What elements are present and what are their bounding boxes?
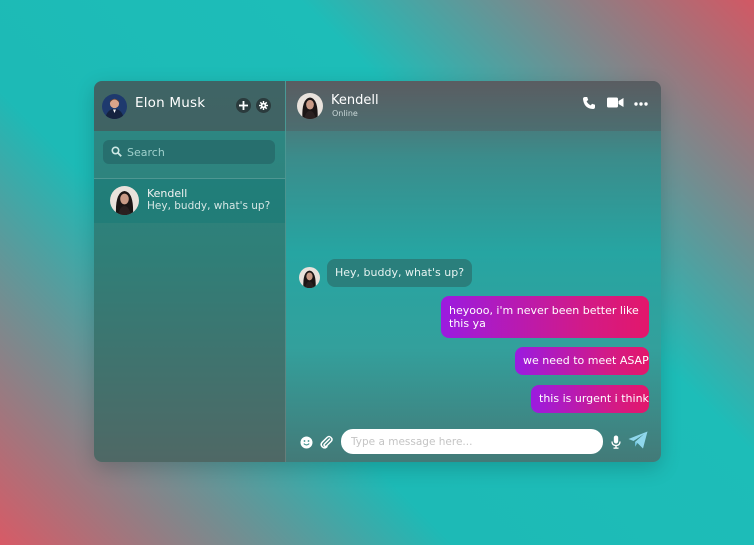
incoming-message: Hey, buddy, what's up? [327, 259, 473, 287]
outgoing-message: we need to meet ASAP [515, 347, 649, 375]
peer-name: Kendell [331, 93, 379, 108]
message-input[interactable] [341, 429, 603, 454]
more-icon [634, 102, 648, 106]
contact-avatar [110, 186, 139, 215]
contact-name: Kendell [147, 187, 188, 200]
outgoing-message: this is urgent i think [531, 385, 649, 413]
paperclip-icon [320, 435, 333, 449]
more-options-button[interactable] [634, 102, 648, 106]
search-icon [111, 146, 122, 157]
user-avatar[interactable] [102, 94, 127, 119]
peer-avatar[interactable] [297, 93, 323, 119]
chat-panel: Kendell Online Hey, buddy, what's up? he… [286, 81, 661, 462]
voice-message-button[interactable] [611, 434, 621, 453]
chat-app-window: Elon Musk Search Kendell Hey, buddy, wha… [94, 81, 661, 462]
video-icon [607, 97, 624, 108]
last-message-preview: Hey, buddy, what's up? ... [147, 200, 271, 212]
smile-icon [300, 436, 313, 449]
send-button[interactable] [628, 431, 648, 453]
settings-button[interactable] [256, 98, 271, 113]
phone-icon [583, 97, 595, 109]
plus-icon [239, 101, 248, 110]
sidebar: Elon Musk Search Kendell Hey, buddy, wha… [94, 81, 286, 462]
gear-icon [259, 101, 268, 110]
chat-header: Kendell Online [286, 81, 661, 131]
call-button[interactable] [582, 96, 596, 110]
outgoing-message: heyooo, i'm never been better like this … [441, 296, 649, 338]
conversation-item[interactable]: Kendell Hey, buddy, what's up? ... [94, 179, 285, 223]
sidebar-header: Elon Musk [94, 81, 285, 131]
emoji-button[interactable] [300, 434, 313, 453]
search-input[interactable] [127, 143, 267, 161]
peer-status: Online [332, 109, 358, 118]
user-name: Elon Musk [135, 95, 206, 111]
sender-avatar [299, 267, 320, 288]
add-chat-button[interactable] [236, 98, 251, 113]
attach-button[interactable] [320, 434, 333, 453]
microphone-icon [611, 435, 621, 449]
search-box[interactable] [103, 140, 275, 164]
video-call-button[interactable] [607, 96, 624, 109]
send-icon [628, 431, 648, 449]
